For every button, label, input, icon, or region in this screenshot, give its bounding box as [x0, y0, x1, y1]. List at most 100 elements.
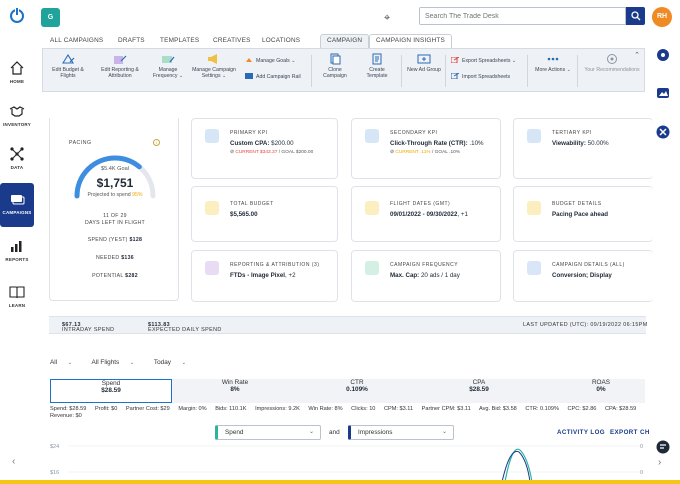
metric-value: $28.59 [469, 386, 489, 393]
kpi-extra: , +2 [285, 272, 296, 279]
chevron-right-icon[interactable]: › [658, 457, 661, 468]
nav-home[interactable]: HOME [0, 52, 34, 96]
left-navigation: HOME INVENTORY DATA CAMPAIGNS REPORTS LE… [0, 34, 34, 484]
tab-campaign[interactable]: CAMPAIGN [320, 34, 370, 48]
reporting-attribution-card[interactable]: REPORTING & ATTRIBUTION (3) FTDs - Image… [191, 250, 338, 302]
nav-data[interactable]: DATA [0, 138, 34, 182]
nav-learn[interactable]: LEARN [0, 276, 34, 320]
chevron-left-icon[interactable]: ‹ [12, 456, 15, 467]
primary-kpi-card[interactable]: PRIMARY KPI Custom CPA: $200.00 ⊘ CURREN… [191, 118, 338, 179]
metric-roas[interactable]: ROAS 0% [540, 379, 662, 403]
days-left: 11 OF 29 DAYS LEFT IN FLIGHT [50, 213, 180, 227]
kpi-value: FTDs - Image Pixel, +2 [230, 272, 296, 279]
kpi-title: PRIMARY KPI [230, 130, 268, 136]
chevron-down-icon: ⌄ [308, 429, 314, 435]
edit-budget-button[interactable]: Edit Budget & Flights [50, 53, 86, 79]
power-logo-icon[interactable] [10, 8, 24, 23]
edit-reporting-button[interactable]: Edit Reporting & Attribution [95, 53, 145, 79]
campaign-frequency-card[interactable]: CAMPAIGN FREQUENCY Max. Cap: 20 ads / 1 … [351, 250, 501, 302]
expected-daily-spend: EXPECTED DAILY SPEND $113.83 [148, 322, 221, 333]
tab-all-campaigns[interactable]: ALL CAMPAIGNS [50, 34, 103, 48]
new-ad-group-button[interactable]: New Ad Group [407, 53, 441, 73]
chevron-down-icon: ⌄ [566, 67, 571, 73]
ribbon-divider [401, 55, 402, 87]
campaign-details-card[interactable]: CAMPAIGN DETAILS (ALL) Conversion; Displ… [513, 250, 653, 302]
metric1-select[interactable]: Spend ⌄ [215, 425, 321, 440]
tools-icon[interactable] [656, 125, 670, 139]
your-recommendations-button[interactable]: Your Recommendations [583, 53, 641, 73]
export-chart-link[interactable]: EXPORT CH [610, 429, 650, 436]
nav-label: INVENTORY [3, 122, 31, 127]
info-icon[interactable]: i [153, 139, 160, 146]
tertiary-kpi-card[interactable]: TERTIARY KPI Viewability: 50.00% [513, 118, 653, 179]
kpi-current: CURRENT $343.37 [235, 150, 278, 155]
ribbon-label: Create Template [366, 67, 388, 79]
chevron-down-icon: ⌄ [291, 58, 296, 64]
metric-spend[interactable]: Spend $28.59 [50, 379, 172, 403]
kpi-value-text: Pacing Pace ahead [552, 211, 609, 218]
y-tick-label: $16 [50, 470, 59, 476]
chevron-down-icon: ⌄ [178, 73, 184, 79]
pacing-amount: $1,751 [96, 176, 134, 190]
metric-label: CTR [350, 379, 364, 386]
manage-campaign-settings-button[interactable]: Manage Campaign Settings ⌄ [191, 53, 237, 79]
manage-frequency-button[interactable]: Manage Frequency ⌄ [151, 53, 185, 79]
filter-range[interactable]: Today ⌄ [154, 359, 195, 366]
search-button[interactable] [626, 7, 645, 25]
metric-ctr[interactable]: CTR 0.109% [296, 379, 418, 403]
clone-icon [330, 53, 341, 65]
y-tick-label: $24 [50, 444, 59, 450]
tab-campaign-insights[interactable]: CAMPAIGN INSIGHTS [369, 34, 452, 48]
clone-campaign-button[interactable]: Clone Campaign [317, 53, 353, 79]
filter-flights[interactable]: All Flights ⌄ [92, 359, 144, 366]
metric-cpa[interactable]: CPA $28.59 [418, 379, 540, 403]
metric2-select[interactable]: Impressions ⌄ [348, 425, 454, 440]
chat-icon[interactable] [656, 440, 670, 454]
hanger-icon [205, 129, 219, 143]
stat-value: $136 [121, 255, 134, 261]
projected-pct: 95% [132, 192, 143, 198]
total-budget-card[interactable]: TOTAL BUDGET $5,565.00 [191, 186, 338, 242]
create-template-button[interactable]: Create Template [361, 53, 393, 79]
scale-icon [205, 201, 219, 215]
kpi-current: CURRENT .11% [395, 150, 431, 155]
add-campaign-rail-button[interactable]: Add Campaign Rail [245, 73, 301, 80]
tab-locations[interactable]: LOCATIONS [262, 34, 300, 48]
tab-templates[interactable]: TEMPLATES [160, 34, 199, 48]
stat-value: $128 [129, 237, 143, 243]
kpi-title: TOTAL BUDGET [230, 201, 274, 207]
activity-log-link[interactable]: ACTIVITY LOG [557, 429, 605, 436]
secondary-kpi-card[interactable]: SECONDARY KPI Click-Through Rate (CTR): … [351, 118, 501, 179]
budget-details-card[interactable]: BUDGET DETAILS Pacing Pace ahead [513, 186, 653, 242]
gear-icon[interactable] [656, 48, 670, 62]
metric-win-rate[interactable]: Win Rate 8% [174, 379, 296, 403]
more-actions-button[interactable]: More Actions ⌄ [535, 53, 571, 73]
detail-item: CTR: 0.109% [525, 406, 559, 412]
nav-inventory[interactable]: INVENTORY [0, 95, 34, 139]
search-input[interactable] [419, 7, 626, 25]
nav-reports[interactable]: REPORTS [0, 230, 34, 274]
potential-stat: POTENTIAL $282 [50, 273, 180, 279]
import-spreadsheets-button[interactable]: Import Spreadsheets [451, 73, 510, 80]
megaphone-icon [208, 54, 217, 64]
detail-item: CPA: $28.59 [604, 406, 637, 412]
image-icon[interactable] [656, 86, 670, 100]
tab-creatives[interactable]: CREATIVES [213, 34, 251, 48]
manage-goals-button[interactable]: Manage Goals ⌄ [245, 57, 295, 64]
flight-dates-card[interactable]: FLIGHT DATES (GMT) 09/01/2022 - 09/30/20… [351, 186, 501, 242]
ribbon-label: New Ad Group [407, 67, 441, 73]
hanger-icon [365, 129, 379, 143]
chevron-up-icon[interactable]: ⌃ [634, 51, 640, 59]
strip-label: EXPECTED DAILY SPEND [148, 327, 222, 333]
partner-brand-badge[interactable]: G [41, 8, 60, 27]
kpi-value-label: Click-Through Rate (CTR): [390, 140, 468, 147]
ribbon-label: Manage Campaign Settings [192, 67, 236, 79]
tab-drafts[interactable]: DRAFTS [118, 34, 145, 48]
nav-campaigns[interactable]: CAMPAIGNS [0, 183, 34, 227]
user-avatar[interactable]: RH [652, 7, 672, 27]
filter-all[interactable]: All ⌄ [50, 359, 81, 366]
detail-item: Impressions: 9.2K [255, 406, 300, 412]
ribbon-divider [577, 55, 578, 87]
filter-label: Today [153, 359, 171, 366]
export-spreadsheets-button[interactable]: Export Spreadsheets ⌄ [451, 57, 516, 64]
